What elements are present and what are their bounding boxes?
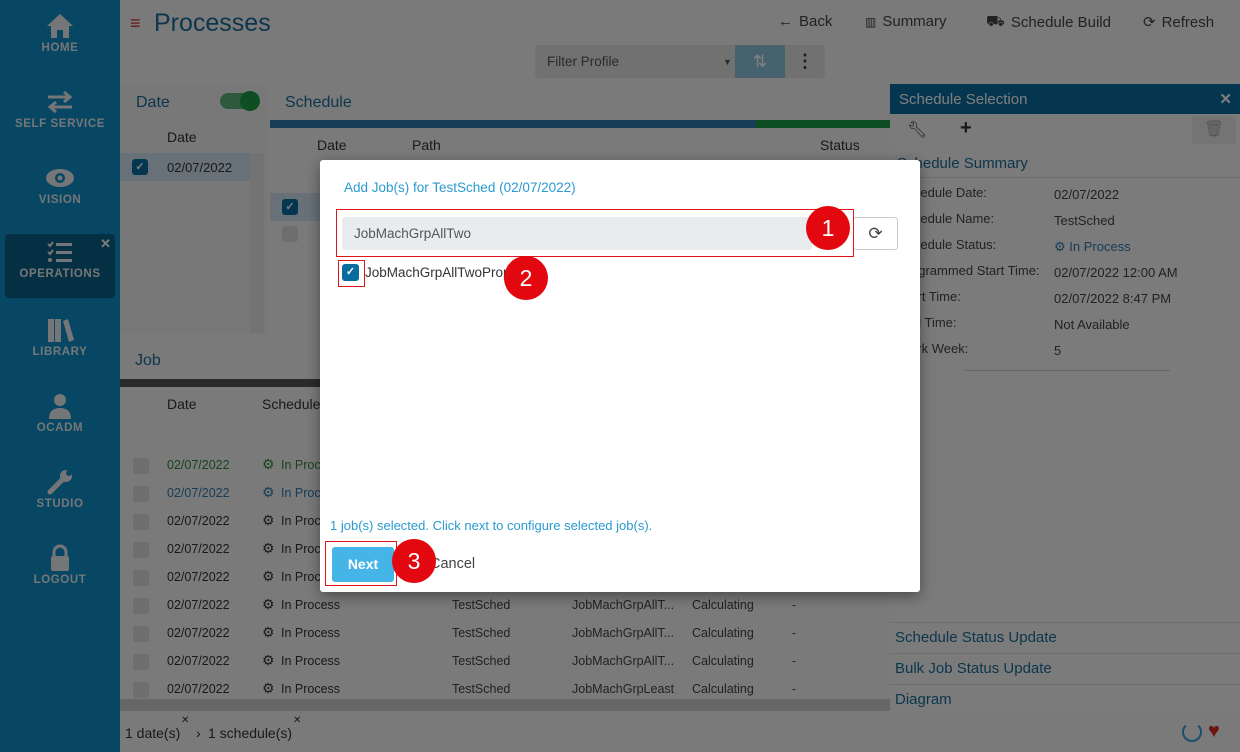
refresh-icon: ⟳ bbox=[868, 224, 883, 243]
annotation-marker-2: 2 bbox=[504, 256, 548, 300]
annotation-box-1 bbox=[336, 209, 854, 257]
cancel-button[interactable]: Cancel bbox=[430, 556, 475, 572]
dialog-title: Add Job(s) for TestSched (02/07/2022) bbox=[344, 180, 576, 195]
selection-status: 1 job(s) selected. Click next to configu… bbox=[330, 518, 653, 533]
annotation-box-2 bbox=[338, 260, 365, 287]
annotation-box-3 bbox=[325, 541, 397, 586]
annotation-marker-3: 3 bbox=[392, 539, 436, 583]
annotation-marker-1: 1 bbox=[806, 206, 850, 250]
job-list-item[interactable]: ✓ JobMachGrpAllTwoProp bbox=[342, 264, 511, 281]
refresh-jobs-button[interactable]: ⟳ bbox=[853, 217, 898, 250]
